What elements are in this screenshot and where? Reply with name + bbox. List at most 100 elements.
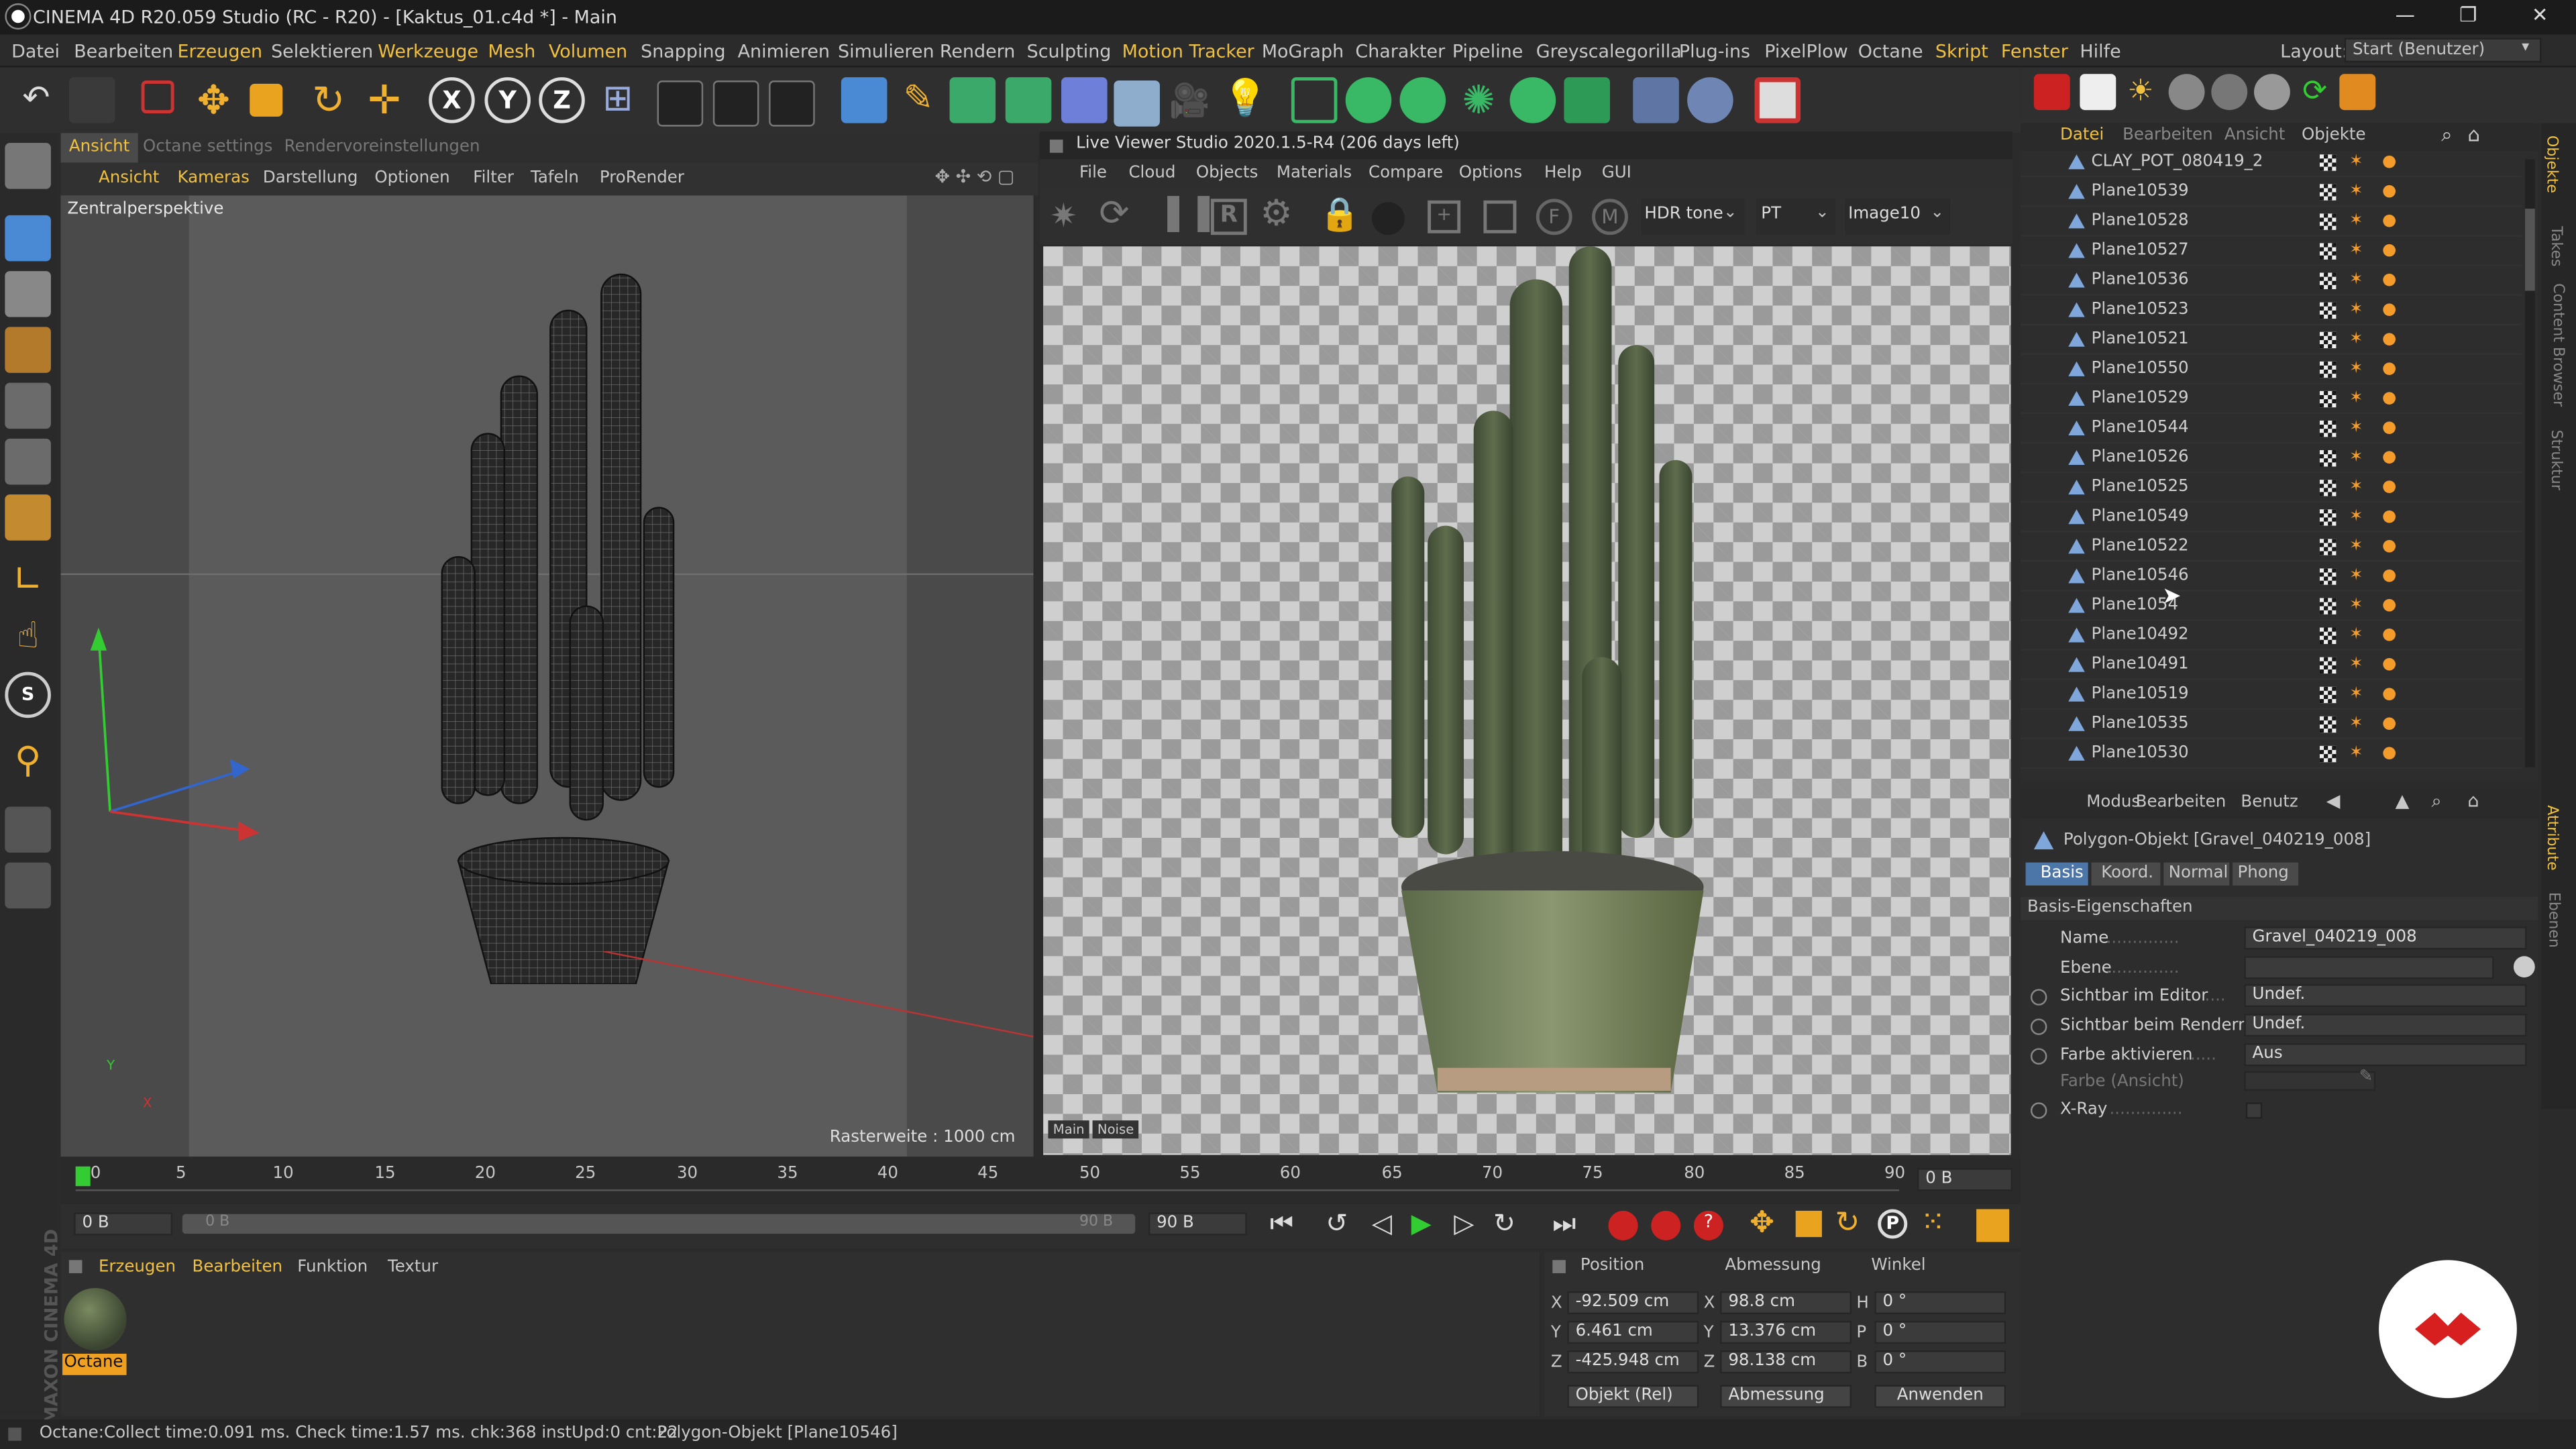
restore-button[interactable]: ❐: [2459, 3, 2477, 26]
editor-visibility-dropdown[interactable]: Undef.: [2244, 983, 2527, 1008]
size-z-field[interactable]: 98.138 cm: [1720, 1350, 1852, 1374]
menu-pipeline[interactable]: Pipeline: [1452, 41, 1523, 62]
search-icon[interactable]: ⌕: [2441, 123, 2452, 148]
texture-mode-icon[interactable]: [5, 271, 51, 317]
vp-menu-optionen[interactable]: Optionen: [374, 169, 449, 187]
solo-icon[interactable]: S: [5, 672, 51, 718]
lock-icon[interactable]: ⌂: [2467, 790, 2479, 812]
list-item[interactable]: Plane10536 ✶ ●: [2021, 266, 2522, 296]
vp-menu-ansicht[interactable]: Ansicht: [99, 169, 159, 187]
list-item[interactable]: Plane10522 ✶ ●: [2021, 532, 2522, 562]
image-dropdown[interactable]: Image10 ⌄: [1845, 199, 1950, 235]
coordinate-system-icon[interactable]: ⊞: [595, 77, 641, 123]
list-item[interactable]: Plane10519 ✶ ●: [2021, 680, 2522, 710]
up-arrow-icon[interactable]: ▲: [2396, 790, 2410, 812]
camera-icon[interactable]: 🎥: [1167, 77, 1213, 123]
am-menu-benutzer[interactable]: Benutz: [2241, 794, 2298, 812]
home-icon[interactable]: ⌂: [2467, 123, 2480, 146]
angle-p-field[interactable]: 0 °: [1874, 1320, 2006, 1344]
menu-greyscalegorilla[interactable]: Greyscalegorilla: [1536, 41, 1682, 62]
settings-gear-icon[interactable]: ⚙: [1260, 194, 1292, 235]
transform-icon[interactable]: ✛: [362, 77, 408, 123]
playhead-marker[interactable]: [75, 1166, 91, 1187]
timeline-window-icon[interactable]: [1976, 1209, 2010, 1242]
edges-mode-icon[interactable]: [5, 438, 51, 485]
menu-werkzeuge[interactable]: Werkzeuge: [378, 41, 478, 62]
key-param-icon[interactable]: P: [1878, 1209, 1908, 1239]
menu-skript[interactable]: Skript: [1935, 41, 1988, 62]
menu-octane[interactable]: Octane: [1858, 41, 1923, 62]
render-settings-icon[interactable]: [769, 80, 815, 127]
refresh-icon[interactable]: ⟳: [2297, 74, 2333, 110]
menu-rendern[interactable]: Rendern: [940, 41, 1016, 62]
animate-radio-icon[interactable]: [2030, 1018, 2047, 1035]
lv-menu-help[interactable]: Help: [1544, 164, 1582, 182]
gsg-hdri-icon[interactable]: [1633, 77, 1679, 123]
menu-bearbeiten[interactable]: Bearbeiten: [74, 41, 173, 62]
restart-render-icon[interactable]: ⟳: [1099, 194, 1129, 235]
search-icon[interactable]: ⌕: [2431, 790, 2441, 813]
keyframe-selection-icon[interactable]: ?: [1693, 1210, 1723, 1240]
list-item[interactable]: Plane1054 ✶ ●: [2021, 592, 2522, 621]
tab-basis[interactable]: Basis: [2025, 862, 2088, 886]
list-item[interactable]: Plane10550 ✶ ●: [2021, 355, 2522, 385]
side-tab-attribute[interactable]: Attribute: [2543, 805, 2559, 870]
om-menu-bearbeiten[interactable]: Bearbeiten: [2123, 127, 2213, 145]
side-tab-content-browser[interactable]: Content Browser: [2549, 283, 2565, 407]
undo-icon[interactable]: ↶: [13, 77, 60, 123]
side-tab-objekte[interactable]: Objekte: [2542, 136, 2559, 193]
apply-button[interactable]: Anwenden: [1874, 1385, 2006, 1408]
material-ball-icon[interactable]: [1371, 202, 1405, 235]
range-slider[interactable]: 0 B 90 B: [182, 1214, 1136, 1234]
side-tab-ebenen[interactable]: Ebenen: [2544, 892, 2561, 948]
pos-x-field[interactable]: -92.509 cm: [1567, 1291, 1699, 1315]
list-item[interactable]: Plane10529 ✶ ●: [2021, 384, 2522, 415]
make-editable-icon[interactable]: [5, 143, 51, 189]
pos-y-field[interactable]: 6.461 cm: [1567, 1320, 1699, 1344]
octane-sphere-icon[interactable]: [1509, 77, 1556, 123]
material-swatch[interactable]: [64, 1288, 127, 1351]
am-menu-modus[interactable]: Modus: [2086, 794, 2140, 812]
sphere2-icon[interactable]: [2211, 74, 2248, 111]
animate-radio-icon[interactable]: [2030, 1102, 2047, 1119]
list-item[interactable]: Plane10523 ✶ ●: [2021, 296, 2522, 325]
menu-charakter[interactable]: Charakter: [1355, 41, 1445, 62]
size-x-field[interactable]: 98.8 cm: [1720, 1291, 1852, 1315]
tab-noise[interactable]: Noise: [1092, 1120, 1139, 1139]
lv-menu-objects[interactable]: Objects: [1196, 164, 1258, 182]
eyedropper-icon[interactable]: ✎: [2359, 1068, 2373, 1086]
start-frame-field[interactable]: 0 B: [74, 1212, 173, 1236]
live-selection-icon[interactable]: [141, 80, 174, 113]
mm-menu-textur[interactable]: Textur: [388, 1258, 438, 1277]
lv-menu-cloud[interactable]: Cloud: [1128, 164, 1175, 182]
name-field[interactable]: Gravel_040219_008: [2244, 926, 2527, 950]
grid-lock-icon[interactable]: [5, 806, 51, 853]
menu-plugins[interactable]: Plug-ins: [1679, 41, 1750, 62]
list-item[interactable]: Plane10549 ✶ ●: [2021, 502, 2522, 533]
list-item[interactable]: Plane10491 ✶ ●: [2021, 651, 2522, 680]
x-axis-icon[interactable]: X: [429, 77, 475, 123]
snap-icon[interactable]: ⚲: [5, 741, 51, 787]
next-key-icon[interactable]: ↻: [1493, 1208, 1515, 1239]
rotate-icon[interactable]: ↻: [306, 77, 352, 123]
list-item[interactable]: Plane10526 ✶ ●: [2021, 443, 2522, 474]
octane-settings-icon[interactable]: ✺: [1456, 77, 1502, 123]
menu-simulieren[interactable]: Simulieren: [838, 41, 934, 62]
vp-menu-filter[interactable]: Filter: [473, 169, 514, 187]
subdivision-icon[interactable]: [949, 77, 996, 123]
om-menu-ansicht[interactable]: Ansicht: [2224, 127, 2285, 145]
octane-light-icon[interactable]: [1399, 77, 1446, 123]
key-rotation-icon[interactable]: ↻: [1835, 1206, 1860, 1240]
close-button[interactable]: ✕: [2532, 3, 2548, 26]
vp-menu-kameras[interactable]: Kameras: [177, 169, 249, 187]
lock-icon[interactable]: 🔒: [1320, 194, 1360, 233]
animate-radio-icon[interactable]: [2030, 989, 2047, 1006]
angle-h-field[interactable]: 0 °: [1874, 1291, 2006, 1315]
layer-field[interactable]: [2244, 956, 2494, 979]
angle-b-field[interactable]: 0 °: [1874, 1350, 2006, 1374]
grid-snap-icon[interactable]: [5, 862, 51, 909]
display-color-swatch[interactable]: [2244, 1071, 2376, 1091]
step-forward-icon[interactable]: ▷: [1454, 1208, 1474, 1239]
f-icon[interactable]: F: [1536, 199, 1572, 235]
redo-icon[interactable]: [68, 77, 115, 123]
